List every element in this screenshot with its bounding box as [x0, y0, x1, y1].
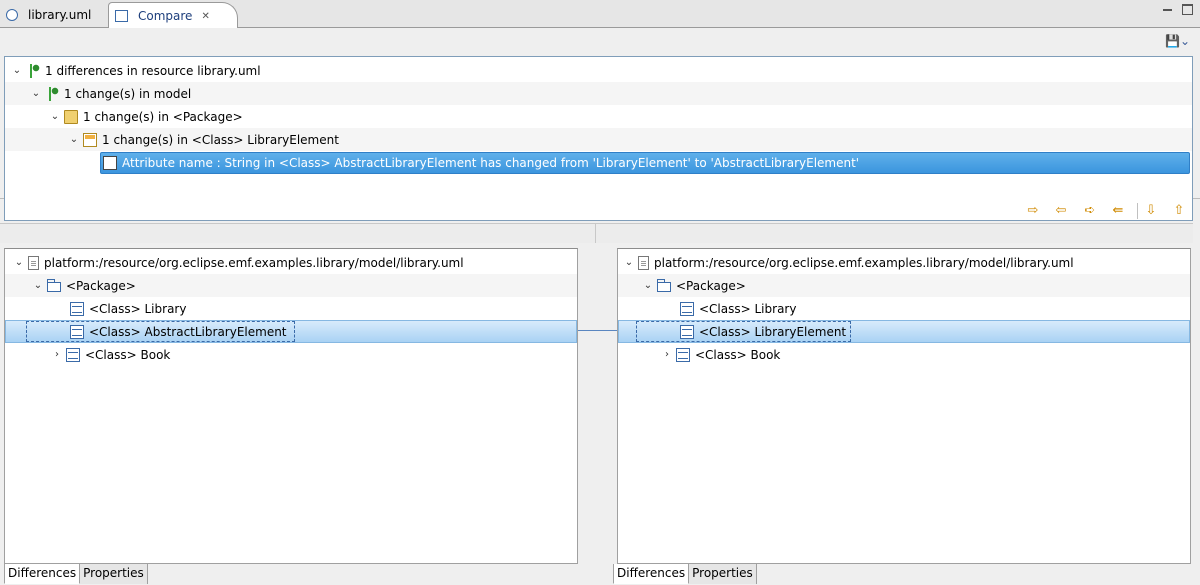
structure-pane: 💾⌄ ⌄ 1 differences in resource library.u…	[0, 28, 1200, 221]
copy-all-left-to-right-icon[interactable]: ⇨	[1025, 203, 1041, 219]
tree-row-label: platform:/resource/org.eclipse.emf.examp…	[44, 255, 464, 270]
chevron-down-icon[interactable]: ⌄	[642, 280, 654, 291]
tree-row-label: 1 change(s) in <Class> LibraryElement	[102, 132, 339, 147]
diff-group-icon	[26, 63, 40, 78]
tree-row[interactable]: ⌄ 1 change(s) in model	[5, 82, 1192, 105]
match-highlight	[26, 321, 295, 342]
tab-differences[interactable]: Differences	[4, 564, 81, 584]
tree-row[interactable]: ⌄ 1 differences in resource library.uml	[5, 59, 1192, 82]
package-icon	[47, 278, 61, 292]
maximize-icon[interactable]	[1182, 4, 1193, 15]
tree-row[interactable]: › <Class> Book	[5, 343, 577, 366]
tree-row[interactable]: ⌄ 1 change(s) in <Package>	[5, 105, 1192, 128]
tree-row-label: 1 differences in resource library.uml	[45, 63, 261, 78]
copy-right-to-left-icon[interactable]: ⇚	[1110, 203, 1126, 219]
compare-icon	[115, 10, 128, 22]
tree-row[interactable]: <Class> Library	[618, 297, 1190, 320]
tab-label: library.uml	[28, 8, 92, 22]
tree-row-label: <Class> Book	[695, 347, 781, 362]
close-icon[interactable]: ✕	[201, 11, 209, 22]
left-content-header	[0, 223, 596, 243]
tree-row[interactable]: › <Class> Book	[618, 343, 1190, 366]
editor-tab-bar: library.uml Compare ✕	[0, 0, 1200, 29]
toolbar-separator	[1137, 203, 1138, 219]
tab-label: Compare	[138, 9, 193, 23]
resource-file-icon	[638, 255, 649, 270]
chevron-down-icon[interactable]: ⌄	[11, 65, 23, 76]
merge-toolbar: ⇨ ⇦ ➪ ⇚ ⇩ ⇧	[0, 199, 1200, 223]
right-content-header	[596, 223, 1193, 243]
chevron-down-icon[interactable]: ⌄	[68, 134, 80, 145]
left-model-tree[interactable]: ⌄ platform:/resource/org.eclipse.emf.exa…	[4, 248, 578, 564]
tree-row-label: 1 change(s) in <Package>	[83, 109, 243, 124]
right-view-tabs: Differences Properties	[613, 564, 757, 585]
copy-left-to-right-icon[interactable]: ➪	[1082, 203, 1098, 219]
tab-properties[interactable]: Properties	[80, 564, 148, 584]
tab-compare[interactable]: Compare ✕	[108, 2, 238, 29]
right-model-tree[interactable]: ⌄ platform:/resource/org.eclipse.emf.exa…	[617, 248, 1191, 564]
package-change-icon	[64, 109, 78, 124]
tree-row-label: <Class> Library	[89, 301, 187, 316]
tree-row-label: platform:/resource/org.eclipse.emf.examp…	[654, 255, 1074, 270]
tree-row[interactable]: ⌄ <Package>	[618, 274, 1190, 297]
next-difference-icon[interactable]: ⇩	[1143, 203, 1159, 219]
diff-group-icon	[45, 86, 59, 101]
chevron-down-icon[interactable]: ⌄	[32, 280, 44, 291]
uml-model-icon	[6, 9, 18, 21]
match-highlight	[636, 321, 851, 342]
tree-row[interactable]: ⌄ <Package>	[5, 274, 577, 297]
previous-difference-icon[interactable]: ⇧	[1171, 203, 1187, 219]
chevron-down-icon[interactable]: ⌄	[30, 88, 42, 99]
tree-row-label: <Class> Library	[699, 301, 797, 316]
chevron-right-icon[interactable]: ›	[661, 349, 673, 360]
left-view-tabs: Differences Properties	[4, 564, 148, 585]
differences-tree[interactable]: ⌄ 1 differences in resource library.uml …	[4, 56, 1193, 221]
match-connector-line	[578, 330, 617, 331]
tree-row-label: Attribute name : String in <Class> Abstr…	[122, 155, 860, 170]
minimize-icon[interactable]	[1162, 4, 1173, 15]
class-icon	[676, 347, 690, 362]
tree-row[interactable]: ⌄ platform:/resource/org.eclipse.emf.exa…	[5, 251, 577, 274]
class-change-icon	[83, 132, 97, 147]
tree-row[interactable]: ⌄ 1 change(s) in <Class> LibraryElement	[5, 128, 1192, 151]
attribute-icon: ab	[103, 155, 117, 170]
chevron-down-icon[interactable]: ⌄	[13, 257, 25, 268]
tree-row-label: <Package>	[676, 278, 746, 293]
tree-row-label: <Class> Book	[85, 347, 171, 362]
tab-differences[interactable]: Differences	[613, 564, 690, 584]
package-icon	[657, 278, 671, 292]
tree-row[interactable]: ⌄ platform:/resource/org.eclipse.emf.exa…	[618, 251, 1190, 274]
chevron-down-icon[interactable]: ⌄	[49, 111, 61, 122]
class-icon	[66, 347, 80, 362]
tab-properties[interactable]: Properties	[689, 564, 757, 584]
tree-row[interactable]: <Class> Library	[5, 297, 577, 320]
save-menu-icon[interactable]: 💾⌄	[1165, 34, 1190, 48]
tree-row-label: 1 change(s) in model	[64, 86, 192, 101]
class-icon	[680, 301, 694, 316]
tree-row-selected[interactable]: ab Attribute name : String in <Class> Ab…	[100, 151, 1190, 174]
chevron-right-icon[interactable]: ›	[51, 349, 63, 360]
copy-all-right-to-left-icon[interactable]: ⇦	[1053, 203, 1069, 219]
chevron-down-icon[interactable]: ⌄	[623, 257, 635, 268]
class-icon	[70, 301, 84, 316]
tree-row-label: <Package>	[66, 278, 136, 293]
resource-file-icon	[28, 255, 39, 270]
tab-library-uml[interactable]: library.uml	[0, 2, 108, 28]
